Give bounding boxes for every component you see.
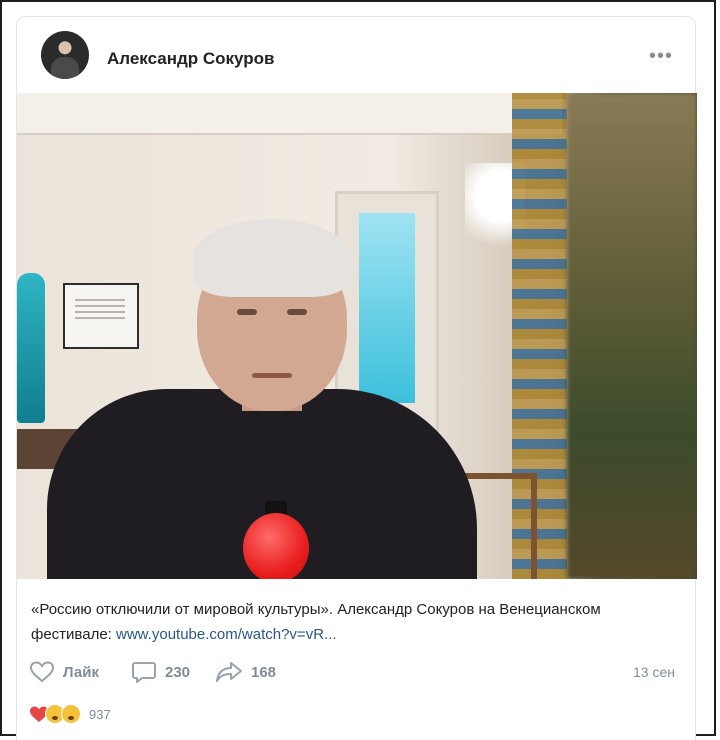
- speaker-hair: [193, 219, 351, 297]
- ceiling: [17, 93, 562, 135]
- reactions-summary[interactable]: 937: [29, 703, 111, 725]
- post-header: Александр Сокуров •••: [41, 25, 681, 81]
- reactions-count: 937: [89, 706, 111, 722]
- speaker-mouth: [252, 373, 292, 378]
- like-button[interactable]: Лайк: [29, 657, 99, 687]
- comments-count: 230: [165, 663, 191, 681]
- caption-link[interactable]: www.youtube.com/watch?v=vR...: [116, 626, 337, 643]
- like-label: Лайк: [63, 663, 99, 681]
- more-options-icon[interactable]: •••: [649, 46, 673, 66]
- heart-outline-icon: [29, 661, 55, 683]
- post-video-thumbnail[interactable]: [17, 93, 697, 579]
- post-caption: «Россию отключили от мировой культуры». …: [31, 597, 631, 647]
- blurred-background: [567, 93, 697, 579]
- post-card: Александр Сокуров ••• «Россию отключили …: [16, 16, 697, 740]
- speaker-eye-left: [237, 309, 257, 315]
- post-date[interactable]: 13 сен: [633, 664, 675, 680]
- author-avatar[interactable]: [41, 31, 89, 79]
- post-actions: Лайк 230 168 13 сен: [29, 657, 685, 687]
- comment-icon: [132, 662, 156, 683]
- share-button[interactable]: 168: [215, 657, 276, 687]
- author-name[interactable]: Александр Сокуров: [107, 49, 275, 69]
- speaker: [47, 211, 477, 579]
- share-icon: [216, 662, 242, 682]
- microphone: [243, 513, 309, 579]
- lamp: [17, 273, 45, 423]
- speaker-eye-right: [287, 309, 307, 315]
- window-frame: Александр Сокуров ••• «Россию отключили …: [0, 0, 716, 740]
- shares-count: 168: [251, 663, 277, 681]
- comment-button[interactable]: 230: [131, 657, 190, 687]
- wow-emoji-icon: [61, 704, 81, 724]
